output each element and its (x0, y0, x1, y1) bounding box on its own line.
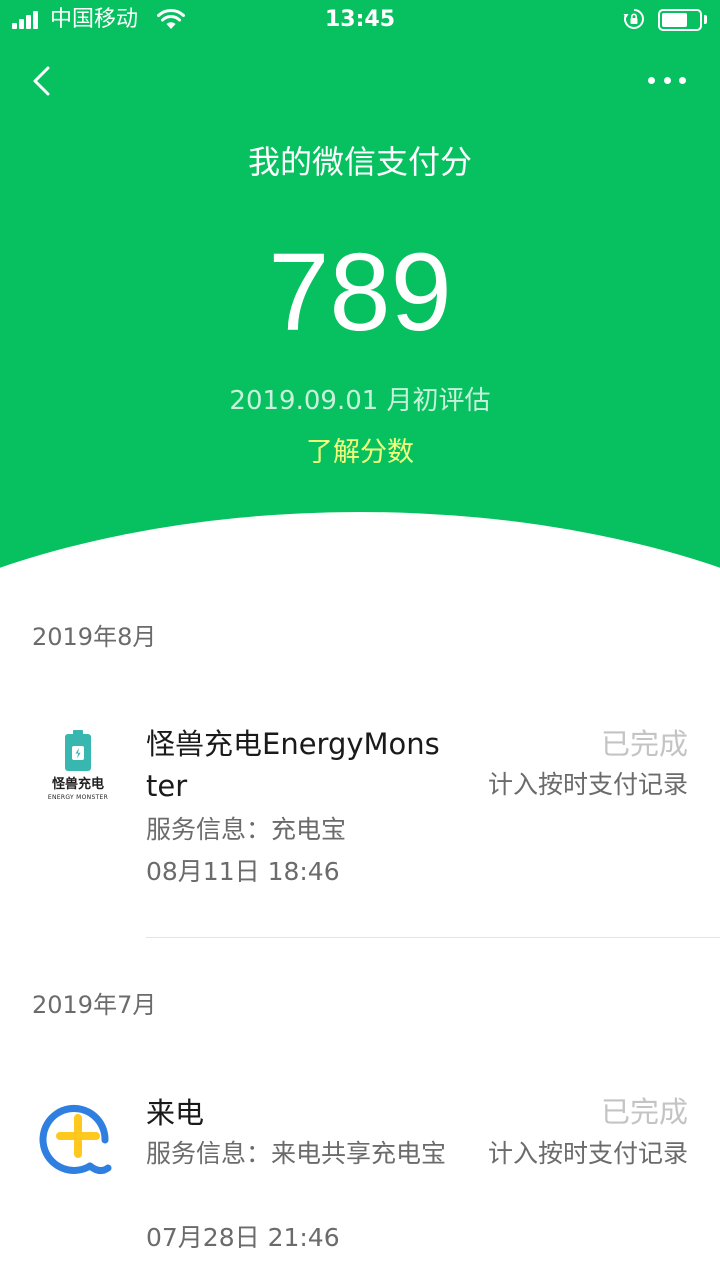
battery-monster-icon (65, 730, 91, 771)
laidian-logo-icon (39, 1104, 112, 1175)
header-curve (0, 512, 720, 620)
record-time: 07月28日 21:46 (146, 1223, 340, 1252)
rotation-lock-icon (623, 9, 644, 29)
energy-monster-logo-subtext: ENERGY MONSTER (47, 794, 109, 801)
learn-score-link[interactable]: 了解分数 (0, 434, 720, 472)
evaluation-date: 2019.09.01 月初评估 (229, 386, 491, 416)
page-title: 我的微信支付分 (247, 143, 472, 181)
more-options-icon[interactable] (644, 62, 690, 98)
divider (146, 937, 720, 938)
record-service-info: 服务信息：来电共享充电宝 (146, 1139, 447, 1168)
energy-monster-logo-text: 怪兽充电 (51, 777, 104, 792)
month-header: 2019年8月 (32, 623, 157, 651)
payment-score: 789 (268, 231, 452, 354)
status-time: 13:45 (324, 7, 396, 32)
record-item-energy-monster[interactable]: 怪兽充电 ENERGY MONSTER 怪兽充电EnergyMonster 服务… (0, 700, 720, 940)
record-service-info: 服务信息：充电宝 (146, 815, 347, 844)
battery-level (662, 13, 688, 27)
battery-icon (658, 9, 702, 31)
record-status: 已完成 (600, 727, 688, 761)
record-note: 计入按时支付记录 (487, 1139, 688, 1168)
record-note: 计入按时支付记录 (487, 770, 688, 799)
month-header: 2019年7月 (32, 991, 157, 1019)
score-header: 中国移动 13:45 我的微信支付分 789 2019.09.01 月初评估 了… (0, 0, 720, 620)
status-bar: 中国移动 13:45 (0, 0, 720, 40)
back-arrow-icon[interactable] (22, 58, 62, 104)
record-time: 08月11日 18:46 (146, 857, 340, 886)
record-name: 怪兽充电EnergyMonster (146, 727, 440, 803)
record-item-laidian[interactable]: 来电 服务信息：来电共享充电宝 07月28日 21:46 已完成 计入按时支付记… (0, 1070, 720, 1280)
record-status: 已完成 (600, 1095, 688, 1129)
battery-cap (704, 15, 707, 24)
record-name: 来电 (146, 1096, 205, 1130)
energy-monster-logo-icon: 怪兽充电 ENERGY MONSTER (38, 730, 118, 810)
